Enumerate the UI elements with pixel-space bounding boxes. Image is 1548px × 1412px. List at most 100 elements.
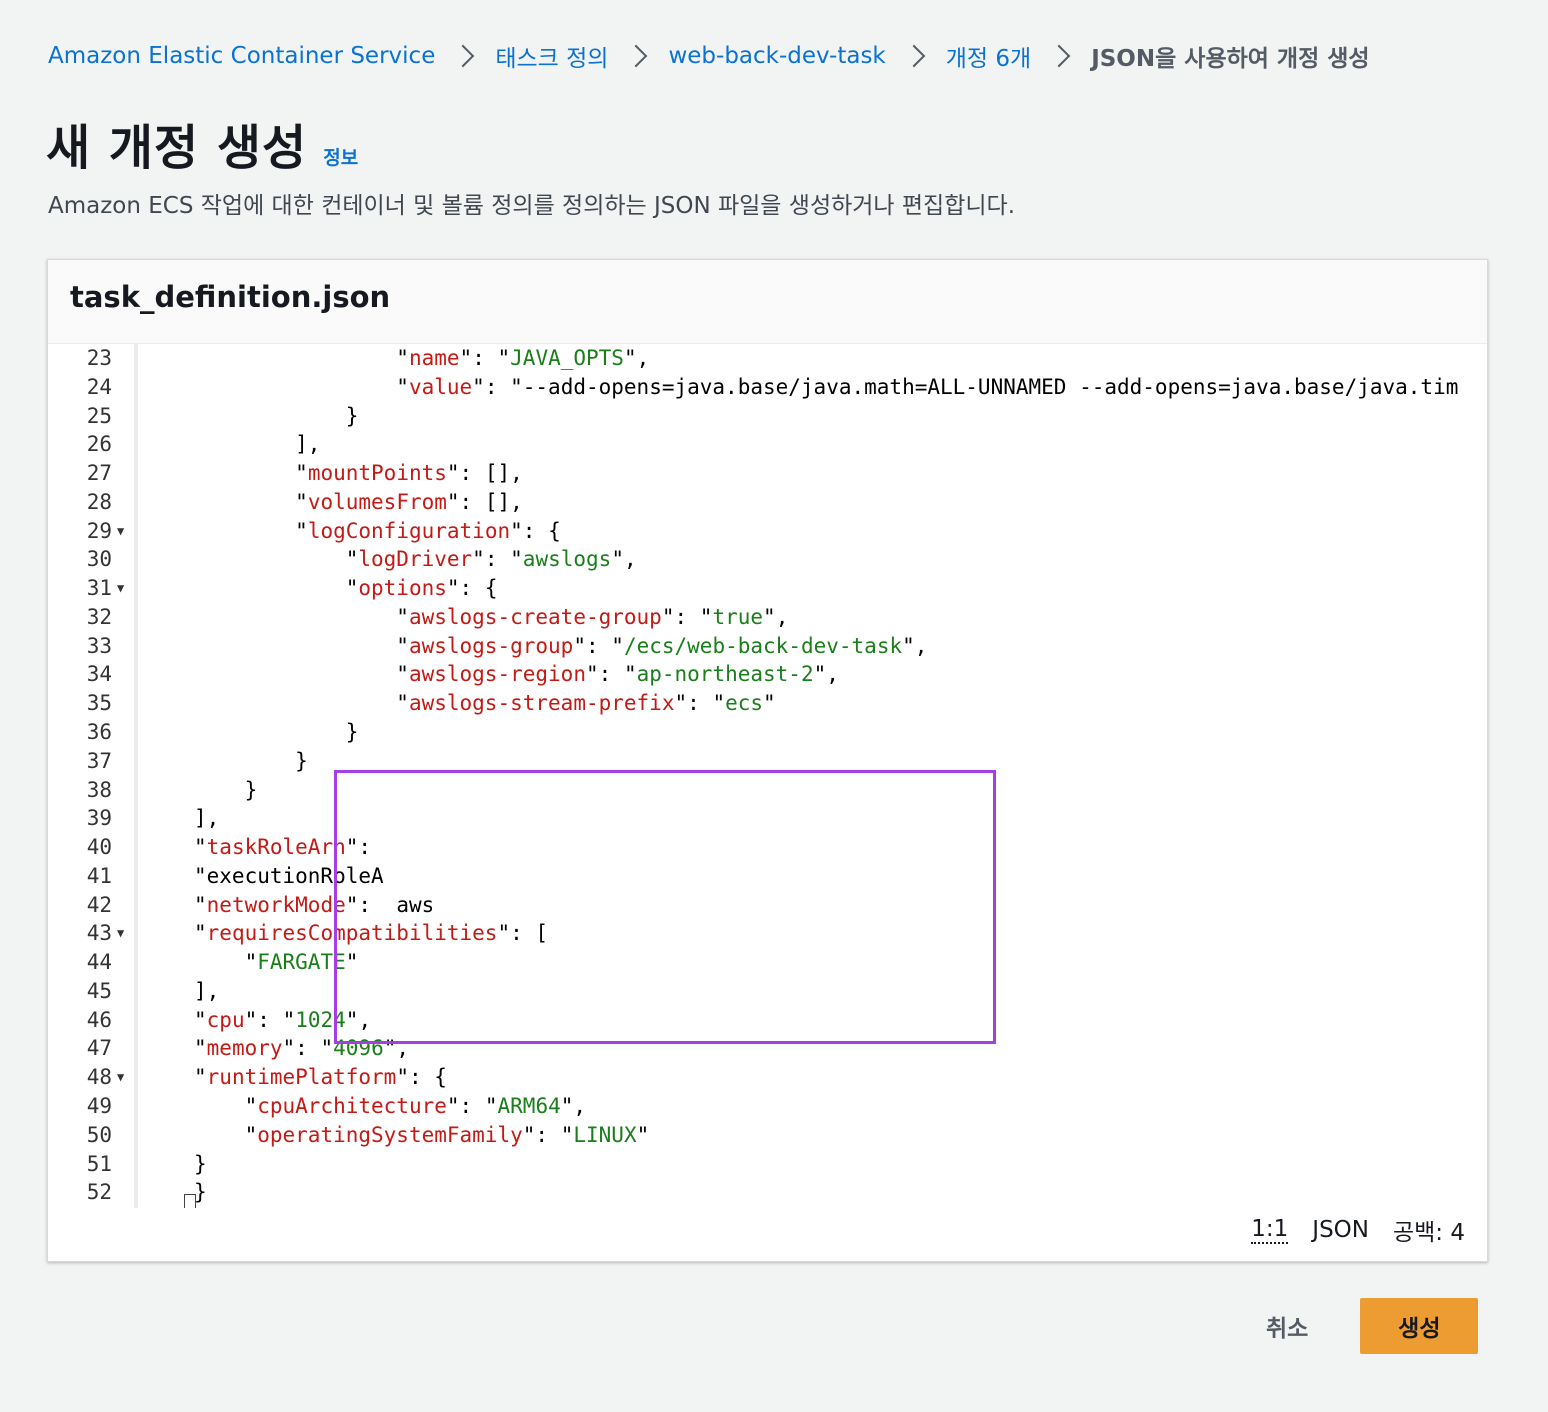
code-line: 24 "value": "--add-opens=java.base/java.…: [48, 373, 1487, 402]
editor-status-bar: 1:1 JSON 공백: 4: [1251, 1213, 1465, 1247]
line-number: 49: [86, 1094, 112, 1119]
code-text: "awslogs-stream-prefix": "ecs": [396, 691, 776, 716]
code-text: ],: [194, 978, 220, 1003]
line-number: 30: [86, 547, 112, 572]
code-text: }: [194, 777, 258, 802]
code-text: }: [194, 1151, 207, 1176]
language-mode: JSON: [1312, 1217, 1369, 1243]
code-line: 51}: [48, 1150, 1487, 1179]
code-text: "mountPoints": [],: [295, 461, 523, 486]
code-text: }: [194, 748, 308, 773]
breadcrumb-ecs[interactable]: Amazon Elastic Container Service: [48, 43, 435, 69]
breadcrumb-current: JSON을 사용하여 개정 생성: [1091, 46, 1370, 72]
line-number: 47: [86, 1036, 112, 1061]
fold-toggle-icon[interactable]: ▼: [117, 574, 124, 603]
code-line: 48 ▼ "runtimePlatform": {: [48, 1063, 1487, 1092]
line-number: 28: [86, 489, 112, 514]
code-line: 29 ▼ "logConfiguration": {: [48, 517, 1487, 546]
log-configuration-highlight: [334, 770, 996, 1044]
line-number: 45: [86, 978, 112, 1003]
code-text: "cpuArchitecture": "ARM64",: [244, 1094, 587, 1119]
line-number: 32: [86, 604, 112, 629]
code-text: "logConfiguration": {: [295, 518, 561, 543]
code-line: 26 ],: [48, 430, 1487, 459]
chevron-right-icon: [625, 44, 648, 68]
line-number: 25: [86, 403, 112, 428]
line-number: 29: [86, 518, 112, 543]
code-text: "awslogs-group": "/ecs/web-back-dev-task…: [396, 633, 928, 658]
indent-setting: 공백: 4: [1392, 1220, 1465, 1246]
code-text: "options": {: [345, 576, 498, 601]
code-text: ],: [194, 806, 220, 831]
code-text: "runtimePlatform": {: [194, 1065, 447, 1090]
code-line: 32 "awslogs-create-group": "true",: [48, 603, 1487, 632]
chevron-right-icon: [902, 44, 926, 68]
breadcrumb-task-definitions[interactable]: 태스크 정의: [495, 39, 608, 73]
line-number: 51: [86, 1151, 112, 1176]
fold-toggle-icon[interactable]: ▼: [117, 919, 124, 948]
page-description: Amazon ECS 작업에 대한 컨테이너 및 볼륨 정의를 정의하는 JSO…: [48, 193, 1016, 219]
line-number: 42: [86, 892, 112, 917]
code-line: 31 ▼ "options": {: [48, 574, 1487, 603]
line-number: 38: [86, 777, 112, 802]
code-text: ],: [194, 432, 321, 457]
code-line: 23 "name": "JAVA_OPTS",: [48, 344, 1487, 373]
line-number: 43: [86, 921, 112, 946]
code-text: "value": "--add-opens=java.base/java.mat…: [396, 374, 1459, 399]
breadcrumb-revisions[interactable]: 개정 6개: [946, 39, 1031, 73]
code-text: }: [194, 403, 359, 428]
cursor-position[interactable]: 1:1: [1251, 1216, 1289, 1244]
code-text: "operatingSystemFamily": "LINUX": [244, 1122, 650, 1147]
line-number: 52: [86, 1180, 112, 1205]
code-line: 25 }: [48, 402, 1487, 431]
line-number: 50: [86, 1122, 112, 1147]
chevron-right-icon: [1047, 44, 1071, 68]
form-actions: 취소 생성: [1240, 1298, 1479, 1354]
code-editor[interactable]: 23 "name": "JAVA_OPTS", 24 "value": "--ad…: [48, 344, 1487, 1208]
code-line: 35 "awslogs-stream-prefix": "ecs": [48, 689, 1487, 718]
editor-header: task_definition.json: [48, 260, 1487, 344]
code-text: "name": "JAVA_OPTS",: [396, 346, 650, 370]
code-text: "logDriver": "awslogs",: [345, 547, 637, 572]
code-line: 50 "operatingSystemFamily": "LINUX": [48, 1121, 1487, 1150]
chevron-right-icon: [452, 44, 475, 68]
line-number: 33: [86, 633, 112, 658]
editor-filename: task_definition.json: [70, 280, 391, 314]
line-number: 23: [86, 346, 112, 370]
line-number: 44: [86, 950, 112, 975]
code-line: 52}: [48, 1178, 1487, 1207]
info-link[interactable]: 정보: [323, 143, 358, 170]
code-text: "volumesFrom": [],: [295, 489, 523, 514]
line-number: 37: [86, 748, 112, 773]
code-line: 28 "volumesFrom": [],: [48, 488, 1487, 517]
line-number: 31: [86, 576, 112, 601]
code-line: 36 }: [48, 718, 1487, 747]
line-number: 36: [86, 720, 112, 744]
code-line: 49 "cpuArchitecture": "ARM64",: [48, 1092, 1487, 1121]
line-number: 39: [86, 806, 112, 831]
line-number: 26: [86, 432, 112, 457]
line-number: 46: [86, 1007, 112, 1032]
code-line: 27 "mountPoints": [],: [48, 459, 1487, 488]
code-line: 33 "awslogs-group": "/ecs/web-back-dev-t…: [48, 632, 1487, 661]
breadcrumb: Amazon Elastic Container Service 태스크 정의 …: [48, 34, 1370, 78]
line-number: 34: [86, 662, 112, 687]
breadcrumb-task-name[interactable]: web-back-dev-task: [668, 43, 885, 69]
line-number: 24: [86, 374, 112, 399]
line-number: 27: [86, 461, 112, 486]
page-title: 새 개정 생성: [46, 120, 308, 176]
line-number: 35: [86, 691, 112, 716]
fold-toggle-icon[interactable]: ▼: [117, 517, 124, 546]
cancel-button[interactable]: 취소: [1240, 1298, 1334, 1354]
page-header: 새 개정 생성 정보: [46, 108, 358, 178]
line-number: 41: [86, 863, 112, 888]
fold-toggle-icon[interactable]: ▼: [117, 1063, 124, 1092]
create-button[interactable]: 생성: [1360, 1298, 1479, 1354]
code-line: 30 "logDriver": "awslogs",: [48, 545, 1487, 574]
code-text: "awslogs-region": "ap-northeast-2",: [396, 662, 839, 687]
line-number: 40: [86, 835, 112, 860]
code-text: }: [194, 720, 359, 744]
code-line: 34 "awslogs-region": "ap-northeast-2",: [48, 660, 1487, 689]
json-editor-panel: task_definition.json 23 "name": "JAVA_OP…: [47, 259, 1488, 1262]
line-number: 48: [86, 1065, 112, 1090]
